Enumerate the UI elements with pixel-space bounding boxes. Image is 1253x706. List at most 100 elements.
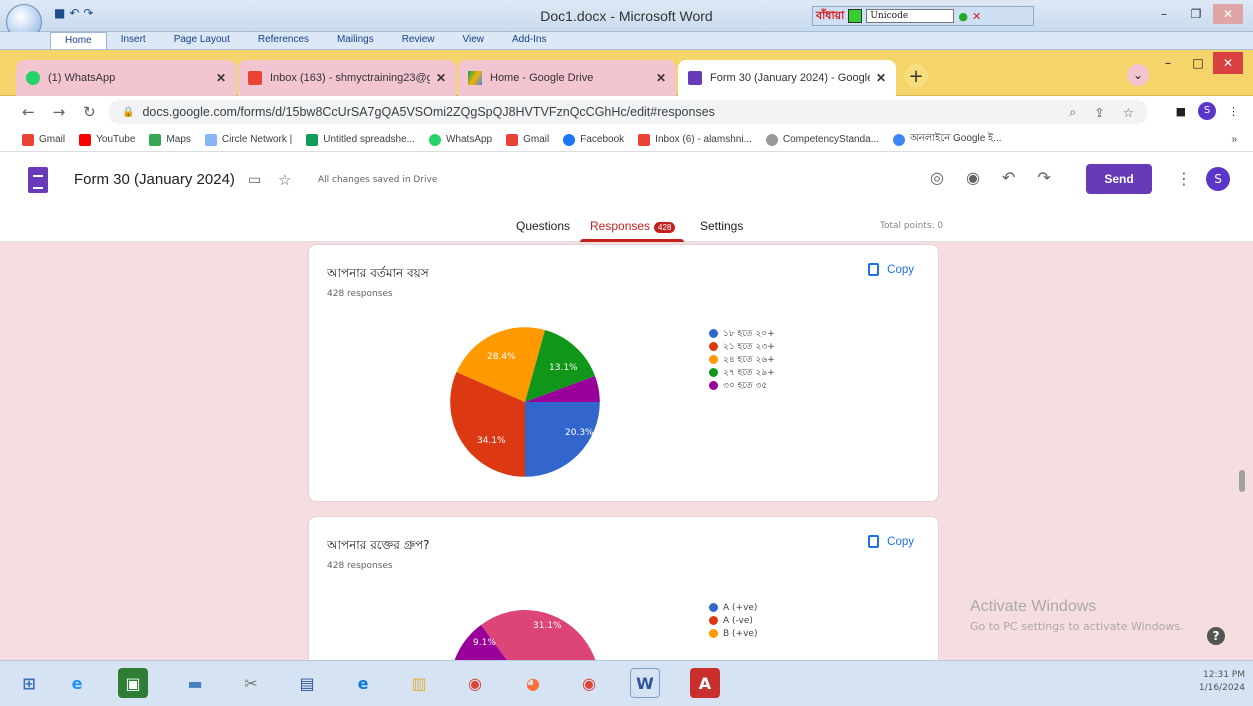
ribbon-tab-review[interactable]: Review: [388, 32, 449, 49]
gmail-icon: [638, 133, 651, 146]
bookmark-gmail-2[interactable]: Gmail: [506, 133, 549, 146]
chrome-profile-icon[interactable]: ◉: [574, 668, 604, 698]
responses-content[interactable]: আপনার বর্তমান বয়স 428 responses Copy 20…: [0, 242, 1253, 660]
tab-questions[interactable]: Questions: [516, 219, 570, 233]
profile-avatar[interactable]: S: [1198, 102, 1216, 120]
nav-buttons: ← → ↻: [0, 103, 96, 121]
tab-settings[interactable]: Settings: [700, 219, 743, 233]
unicode-select[interactable]: Unicode: [866, 9, 955, 23]
share-icon[interactable]: ⇪: [1094, 105, 1104, 120]
bookmark-star-icon[interactable]: ☆: [1123, 105, 1134, 120]
close-tab-icon[interactable]: ✕: [656, 71, 666, 85]
system-tray[interactable]: 12:31 PM 1/16/2024: [1199, 669, 1245, 695]
google-forms-icon[interactable]: [28, 167, 48, 193]
url-text[interactable]: docs.google.com/forms/d/15bw8CcUrSA7gQA5…: [142, 105, 714, 119]
bookmark-maps[interactable]: Maps: [149, 133, 191, 146]
forward-icon[interactable]: →: [53, 103, 66, 121]
browser-tab-whatsapp[interactable]: (1) WhatsApp ✕: [16, 60, 236, 96]
ribbon-tab-insert[interactable]: Insert: [107, 32, 160, 49]
more-bookmarks-icon[interactable]: »: [1231, 134, 1253, 145]
form-toolbar: ◎ ◉ ↶ ↷: [930, 168, 1051, 187]
legend-item[interactable]: B (+ve): [709, 627, 757, 640]
folder-icon[interactable]: ▭: [248, 172, 261, 188]
computer-icon[interactable]: ▤: [292, 668, 322, 698]
legend-item[interactable]: A (+ve): [709, 601, 757, 614]
browser-tab-drive[interactable]: Home - Google Drive ✕: [458, 60, 676, 96]
help-icon[interactable]: ?: [1207, 627, 1225, 645]
bookmark-whatsapp[interactable]: WhatsApp: [428, 133, 492, 146]
ribbon-tab-home[interactable]: Home: [50, 32, 107, 49]
minimize-icon[interactable]: –: [1149, 4, 1179, 24]
more-options-icon[interactable]: ⋮: [1176, 169, 1192, 188]
snipping-tool-icon[interactable]: ✂: [236, 668, 266, 698]
maximize-icon[interactable]: □: [1183, 52, 1213, 74]
tab-search-icon[interactable]: ⌄: [1127, 64, 1149, 86]
preview-eye-icon[interactable]: ◉: [966, 168, 980, 187]
file-explorer-icon[interactable]: ▥: [404, 668, 434, 698]
store-icon[interactable]: ▣: [118, 668, 148, 698]
maximize-icon[interactable]: ❐: [1181, 4, 1211, 24]
account-avatar[interactable]: S: [1206, 167, 1230, 191]
bookmark-circle-network[interactable]: Circle Network |: [204, 133, 292, 146]
bookmark-competency[interactable]: CompetencyStanda...: [765, 133, 879, 146]
back-icon[interactable]: ←: [22, 103, 35, 121]
folder-icon[interactable]: ▬: [180, 668, 210, 698]
send-button[interactable]: Send: [1086, 164, 1152, 194]
browser-menu-icon[interactable]: ⋮: [1228, 105, 1239, 118]
pie-chart-age: 20.3% 34.1% 28.4% 13.1%: [450, 327, 600, 477]
close-icon[interactable]: ✕: [1213, 4, 1243, 24]
edge-icon[interactable]: e: [348, 668, 378, 698]
acrobat-icon[interactable]: A: [690, 668, 720, 698]
side-panel-icon[interactable]: ■: [1176, 105, 1186, 118]
bookmark-facebook[interactable]: Facebook: [563, 133, 624, 146]
bookmark-youtube[interactable]: YouTube: [79, 133, 135, 146]
tab-responses[interactable]: Responses 428: [590, 219, 676, 233]
close-tab-icon[interactable]: ✕: [876, 71, 886, 85]
pie-slice-a-pos[interactable]: [525, 610, 599, 660]
close-icon[interactable]: ✕: [1213, 52, 1243, 74]
form-title[interactable]: Form 30 (January 2024): [74, 171, 235, 188]
legend-item[interactable]: ৩০ হতে ৩৫: [709, 379, 775, 392]
activate-title: Activate Windows: [970, 598, 1097, 615]
browser-tab-forms[interactable]: Form 30 (January 2024) - Google ✕: [678, 60, 896, 96]
word-icon[interactable]: W: [630, 668, 660, 698]
zoom-icon[interactable]: ⌕: [1069, 105, 1076, 120]
pie-slice-18-20[interactable]: [525, 402, 600, 477]
new-tab-icon[interactable]: +: [904, 64, 928, 88]
browser-tab-strip: (1) WhatsApp ✕ Inbox (163) - shmyctraini…: [0, 50, 1253, 96]
browser-tab-gmail[interactable]: Inbox (163) - shmyctraining23@g ✕: [238, 60, 456, 96]
internet-explorer-icon[interactable]: e: [62, 668, 92, 698]
firefox-icon[interactable]: ◕: [518, 668, 548, 698]
bookmark-gmail[interactable]: Gmail: [22, 133, 65, 146]
ribbon-tab-references[interactable]: References: [244, 32, 323, 49]
minimize-icon[interactable]: –: [1153, 52, 1183, 74]
slice-label: 20.3%: [565, 428, 594, 438]
start-icon[interactable]: ⊞: [14, 668, 44, 698]
chrome-icon[interactable]: ◉: [460, 668, 490, 698]
lock-icon[interactable]: 🔒: [122, 107, 134, 118]
keyboard-icon[interactable]: [848, 9, 863, 23]
form-tabs: Questions Responses 428 Settings Total po…: [0, 208, 1253, 242]
scrollbar-thumb[interactable]: [1239, 470, 1245, 492]
ribbon-tab-mailings[interactable]: Mailings: [323, 32, 388, 49]
bookmark-untitled-spreadsheet[interactable]: Untitled spreadshe...: [306, 133, 415, 146]
word-window-controls: – ❐ ✕: [1149, 4, 1243, 24]
reload-icon[interactable]: ↻: [83, 103, 96, 121]
bookmark-google-online[interactable]: অনলাইনে Google ই...: [893, 131, 1002, 148]
bijoy-label[interactable]: বাঁধায়া: [816, 7, 844, 26]
legend-item[interactable]: A (-ve): [709, 614, 757, 627]
redo-icon[interactable]: ↷: [1037, 168, 1050, 187]
url-bar[interactable]: 🔒 docs.google.com/forms/d/15bw8CcUrSA7gQ…: [108, 100, 1148, 124]
ribbon-tab-view[interactable]: View: [449, 32, 499, 49]
close-icon[interactable]: ✕: [972, 10, 981, 23]
close-tab-icon[interactable]: ✕: [436, 71, 446, 85]
ribbon-tab-add-ins[interactable]: Add-Ins: [498, 32, 560, 49]
save-status: All changes saved in Drive: [318, 175, 438, 185]
palette-icon[interactable]: ◎: [930, 168, 944, 187]
star-icon[interactable]: ☆: [278, 171, 291, 189]
undo-icon[interactable]: ↶: [1002, 168, 1015, 187]
settings-icon[interactable]: ●: [958, 10, 968, 23]
close-tab-icon[interactable]: ✕: [216, 71, 226, 85]
ribbon-tab-page-layout[interactable]: Page Layout: [160, 32, 244, 49]
bookmark-inbox[interactable]: Inbox (6) - alamshni...: [638, 133, 752, 146]
